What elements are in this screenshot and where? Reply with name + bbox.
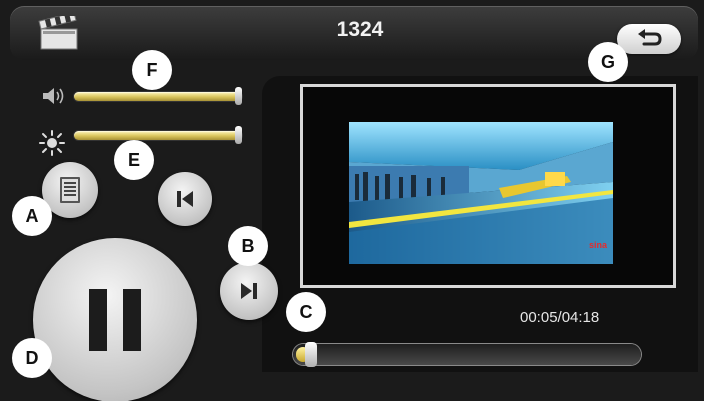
skip-previous-icon	[174, 189, 196, 209]
callout-d: D	[12, 338, 52, 378]
pause-icon	[83, 285, 147, 355]
progress-bar[interactable]	[293, 344, 641, 365]
clapperboard-icon	[38, 11, 80, 52]
callout-e: E	[114, 140, 154, 180]
callout-b: B	[228, 226, 268, 266]
brightness-slider-handle[interactable]	[235, 126, 242, 144]
sun-icon	[38, 130, 66, 156]
page-title: 1324	[336, 18, 384, 41]
callout-c: C	[286, 292, 326, 332]
speaker-icon	[40, 86, 66, 106]
progress-handle[interactable]	[304, 342, 317, 367]
skip-next-icon	[238, 281, 260, 301]
callout-a: A	[12, 196, 52, 236]
list-icon	[59, 176, 81, 204]
previous-button[interactable]	[158, 172, 212, 226]
back-arrow-icon	[634, 29, 664, 49]
pause-button[interactable]	[33, 238, 197, 401]
video-image: sina	[349, 122, 613, 264]
sina-watermark: sina	[589, 240, 608, 250]
callout-f: F	[132, 50, 172, 90]
time-display: 00:05/04:18	[520, 309, 600, 326]
video-player-screen: 1324 sina 00:05/04:18 A B C D E F G	[0, 0, 704, 401]
callout-g: G	[588, 42, 628, 82]
volume-slider-handle[interactable]	[235, 87, 242, 105]
next-button[interactable]	[220, 262, 278, 320]
volume-slider[interactable]	[74, 92, 242, 101]
brightness-slider[interactable]	[74, 131, 242, 140]
back-button[interactable]	[617, 24, 681, 54]
